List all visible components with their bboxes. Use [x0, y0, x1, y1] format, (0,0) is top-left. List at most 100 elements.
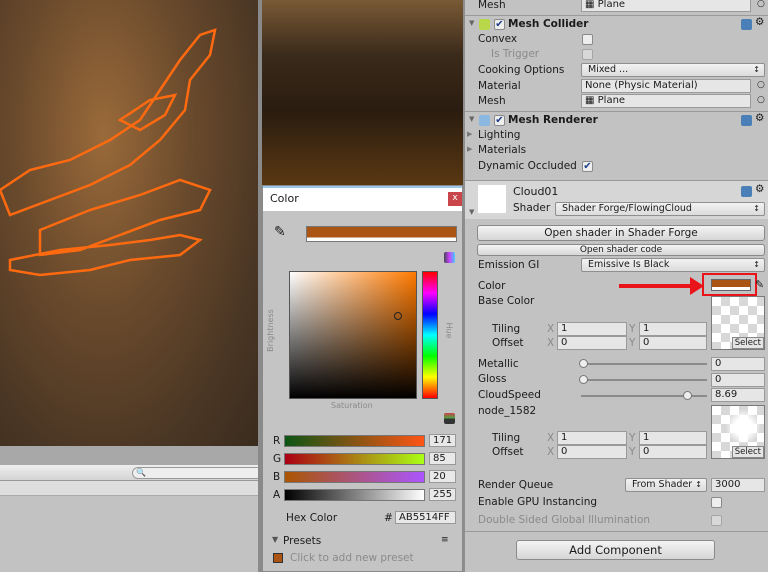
x-label: X [547, 446, 555, 458]
eyedropper-icon[interactable]: ✎ [755, 278, 764, 291]
collider-mesh-value: Plane [597, 95, 626, 106]
shader-dropdown[interactable]: Shader Forge/FlowingCloud [555, 202, 765, 216]
hex-field[interactable]: AB5514FF [395, 511, 456, 524]
b-value-field[interactable]: 20 [429, 470, 456, 483]
color-preview-swatch [306, 226, 457, 242]
add-preset-label[interactable]: Click to add new preset [290, 552, 414, 564]
physic-material-field[interactable]: None (Physic Material) [581, 79, 751, 93]
tiling-y-field[interactable]: 1 [639, 322, 707, 336]
open-shader-code-button[interactable]: Open shader code [477, 244, 765, 256]
metallic-slider[interactable] [583, 363, 707, 365]
foldout-arrow-icon[interactable]: ▶ [467, 145, 472, 153]
material-preview-thumbnail [478, 185, 506, 213]
a-value-field[interactable]: 255 [429, 488, 456, 501]
r-slider[interactable] [284, 435, 425, 447]
help-icon[interactable] [741, 186, 752, 197]
cooking-options-dropdown[interactable]: Mixed ... [581, 63, 765, 77]
gloss-slider[interactable] [583, 379, 707, 381]
hue-slider[interactable] [422, 271, 438, 399]
materials-foldout[interactable]: Materials [478, 144, 526, 156]
gear-icon[interactable]: ⚙ [755, 16, 764, 28]
offset-x-field[interactable]: 0 [557, 336, 627, 350]
mesh-renderer-enabled-checkbox[interactable]: ✔ [494, 115, 505, 126]
convex-checkbox[interactable] [582, 34, 593, 45]
render-queue-field[interactable]: 3000 [711, 478, 765, 492]
mesh-collider-enabled-checkbox[interactable]: ✔ [494, 19, 505, 30]
presets-foldout-icon[interactable]: ▼ [272, 535, 278, 544]
hsv-mode-icon[interactable] [444, 252, 455, 263]
offset-x-field[interactable]: 0 [557, 445, 627, 459]
close-button[interactable]: x [448, 192, 462, 206]
y-label: Y [629, 432, 636, 444]
offset-y-field[interactable]: 0 [639, 336, 707, 350]
offset-y-field[interactable]: 0 [639, 445, 707, 459]
foldout-arrow-icon[interactable]: ▼ [469, 115, 474, 123]
gpu-instancing-checkbox[interactable] [711, 497, 722, 508]
metallic-slider-handle[interactable] [579, 359, 588, 368]
tiling-label: Tiling [492, 432, 521, 444]
select-texture-button[interactable]: Select [731, 446, 764, 458]
gear-icon[interactable]: ⚙ [755, 112, 764, 124]
dynamic-occluded-checkbox[interactable]: ✔ [582, 161, 593, 172]
double-sided-gi-label: Double Sided Global Illumination [478, 514, 651, 526]
double-sided-gi-checkbox[interactable] [711, 515, 722, 526]
gloss-label: Gloss [478, 373, 507, 385]
gear-icon[interactable]: ⚙ [755, 183, 764, 195]
emission-gi-dropdown[interactable]: Emissive Is Black [581, 258, 765, 272]
base-color-texture-slot[interactable]: Select [711, 296, 765, 350]
help-icon[interactable] [741, 115, 752, 126]
is-trigger-checkbox[interactable] [582, 49, 593, 60]
mesh-label: Mesh [478, 0, 506, 11]
divider [465, 111, 768, 112]
foldout-arrow-icon[interactable]: ▼ [469, 208, 474, 216]
material-name: Cloud01 [513, 185, 559, 198]
g-slider[interactable] [284, 453, 425, 465]
tiling-y-field[interactable]: 1 [639, 431, 707, 445]
metallic-field[interactable]: 0 [711, 357, 765, 371]
r-value-field[interactable]: 171 [429, 434, 456, 447]
presets-menu-icon[interactable]: ≡ [441, 535, 449, 545]
color-picker-window: Color x ✎ Brightness Hue Saturation R 17… [262, 185, 463, 572]
tiling-x-field[interactable]: 1 [557, 322, 627, 336]
node-1582-texture-slot[interactable]: Select [711, 405, 765, 459]
cloudspeed-label: CloudSpeed [478, 389, 541, 401]
select-texture-button[interactable]: Select [731, 337, 764, 349]
tiling-x-field[interactable]: 1 [557, 431, 627, 445]
game-view[interactable] [262, 0, 463, 185]
x-label: X [547, 432, 555, 444]
lighting-foldout[interactable]: Lighting [478, 129, 520, 141]
presets-label[interactable]: Presets [283, 535, 321, 547]
scene-view[interactable] [0, 0, 258, 446]
object-picker-icon[interactable]: ○ [757, 80, 765, 90]
cooking-options-label: Cooking Options [478, 64, 565, 76]
mesh-field[interactable]: ▦ Plane [581, 0, 751, 12]
node-1582-label: node_1582 [478, 405, 537, 417]
eyedropper-icon[interactable]: ✎ [274, 224, 286, 240]
preset-swatch[interactable] [273, 553, 283, 563]
foldout-arrow-icon[interactable]: ▼ [469, 19, 474, 27]
color-picker-handle[interactable] [394, 312, 402, 320]
g-value-field[interactable]: 85 [429, 452, 456, 465]
help-icon[interactable] [741, 19, 752, 30]
object-picker-icon[interactable]: ○ [757, 0, 765, 9]
color-swatch-field[interactable] [711, 279, 751, 291]
a-slider[interactable] [284, 489, 425, 501]
object-picker-icon[interactable]: ○ [757, 95, 765, 105]
hex-label: Hex Color [286, 512, 338, 524]
annotation-arrow-shaft [619, 284, 692, 288]
rgb-mode-icon[interactable] [444, 413, 455, 424]
gloss-field[interactable]: 0 [711, 373, 765, 387]
gloss-slider-handle[interactable] [579, 375, 588, 384]
add-component-button[interactable]: Add Component [516, 540, 715, 560]
x-label: X [547, 337, 555, 349]
cloudspeed-field[interactable]: 8.69 [711, 388, 765, 402]
open-shader-forge-button[interactable]: Open shader in Shader Forge [477, 225, 765, 241]
cloudspeed-slider-handle[interactable] [683, 391, 693, 400]
foldout-arrow-icon[interactable]: ▶ [467, 130, 472, 138]
b-slider[interactable] [284, 471, 425, 483]
render-queue-dropdown[interactable]: From Shader [625, 478, 707, 492]
channel-label: B [273, 471, 281, 483]
saturation-brightness-field[interactable] [289, 271, 417, 399]
search-input[interactable]: 🔍 [132, 467, 262, 479]
collider-mesh-field[interactable]: ▦ Plane [581, 94, 751, 108]
